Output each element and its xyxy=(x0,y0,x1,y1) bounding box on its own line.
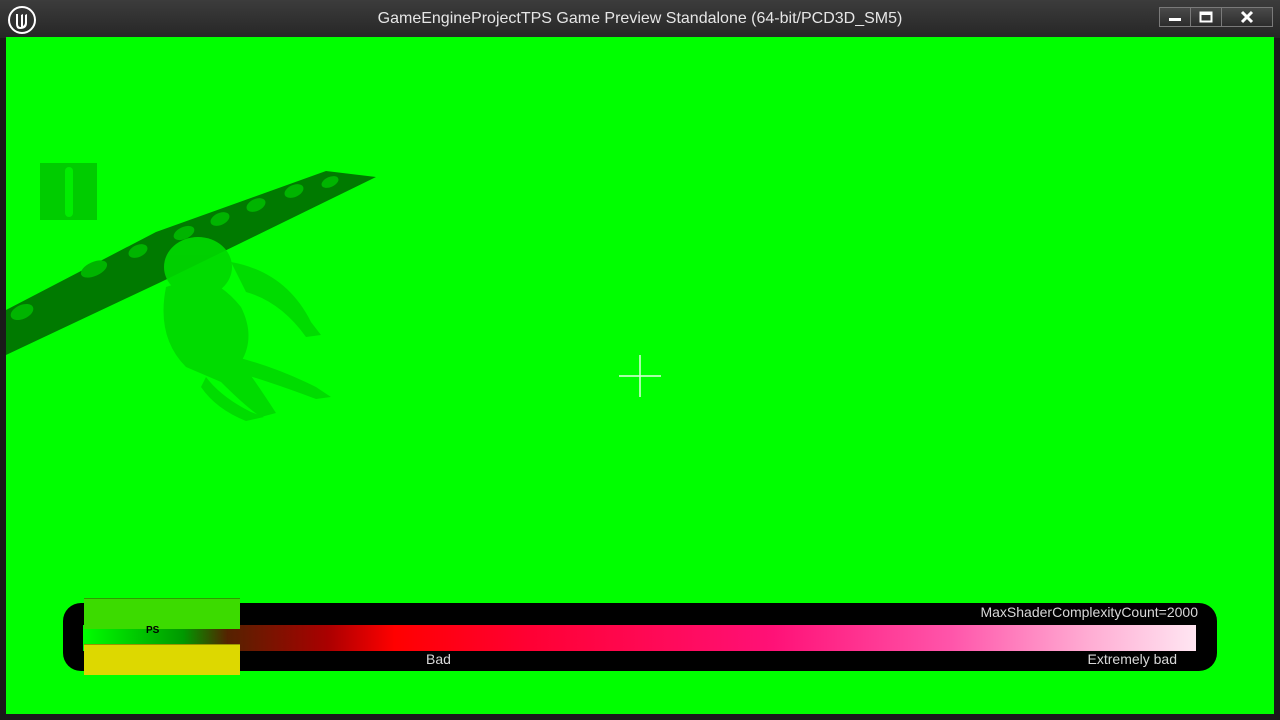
window-title: GameEngineProjectTPS Game Preview Standa… xyxy=(377,10,903,27)
minimize-icon xyxy=(1169,18,1181,21)
extremely-bad-label: Extremely bad xyxy=(1087,651,1177,667)
crosshair-icon xyxy=(619,355,661,397)
overlay-ps-label: PS xyxy=(146,625,160,636)
complexity-gradient-bar xyxy=(83,625,1196,651)
game-viewport[interactable]: MaxShaderComplexityCount=2000 Bad Extrem… xyxy=(6,37,1274,714)
window-titlebar[interactable]: GameEngineProjectTPS Game Preview Standa… xyxy=(0,0,1280,38)
close-button[interactable] xyxy=(1221,7,1273,27)
wall-panel-highlight xyxy=(65,167,73,217)
maximize-icon xyxy=(1199,11,1213,23)
maximize-button[interactable] xyxy=(1190,7,1222,27)
close-icon xyxy=(1240,10,1254,24)
vertex-shader-cost-indicator xyxy=(84,644,240,675)
minimize-button[interactable] xyxy=(1159,7,1191,27)
player-character-silhouette xyxy=(163,237,331,421)
pixel-shader-cost-indicator xyxy=(84,598,240,629)
max-shader-complexity-label: MaxShaderComplexityCount=2000 xyxy=(980,604,1198,620)
bad-label: Bad xyxy=(426,651,451,667)
